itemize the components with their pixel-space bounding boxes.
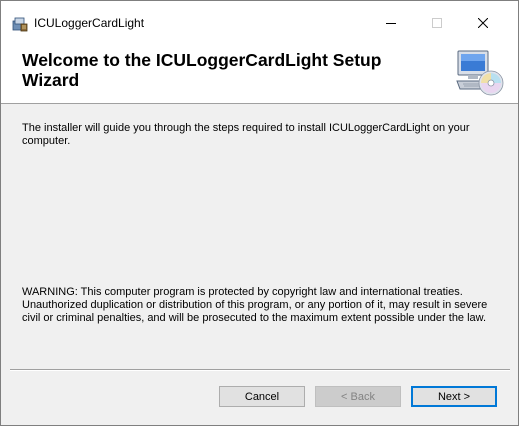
minimize-button[interactable]	[368, 1, 414, 44]
footer-separator	[10, 369, 510, 371]
maximize-icon	[432, 17, 442, 28]
computer-cd-icon	[454, 49, 504, 99]
installer-app-icon	[12, 16, 28, 32]
wizard-heading: Welcome to the ICULoggerCardLight Setup …	[22, 50, 382, 90]
intro-text: The installer will guide you through the…	[22, 122, 470, 147]
wizard-header: Welcome to the ICULoggerCardLight Setup …	[1, 44, 518, 104]
copyright-warning-text: WARNING: This computer program is protec…	[22, 286, 488, 324]
setup-wizard-window: ICULoggerCardLight Welcome to the ICULog…	[0, 0, 519, 426]
cancel-button[interactable]: Cancel	[219, 386, 305, 407]
maximize-button	[414, 1, 460, 44]
title-bar[interactable]: ICULoggerCardLight	[1, 1, 518, 44]
close-icon	[478, 17, 488, 28]
minimize-icon	[386, 22, 396, 24]
next-button[interactable]: Next >	[411, 386, 497, 407]
back-button: < Back	[315, 386, 401, 407]
close-button[interactable]	[460, 1, 506, 44]
window-title: ICULoggerCardLight	[34, 16, 145, 30]
